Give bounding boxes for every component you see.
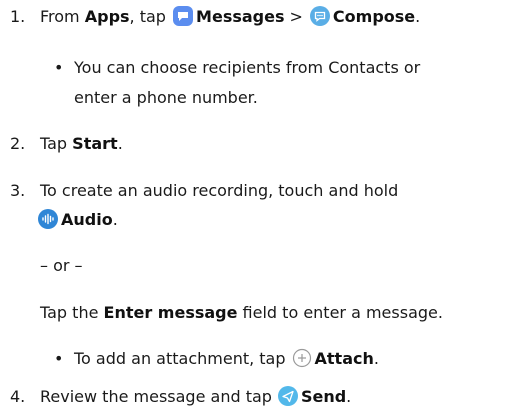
or-text: – or – bbox=[40, 256, 83, 275]
text: . bbox=[112, 210, 118, 229]
step-number: 3. bbox=[10, 181, 26, 200]
step-text: To create an audio recording, touch and … bbox=[40, 181, 399, 200]
messages-label: Messages bbox=[196, 7, 285, 26]
step-text: Review the message and tap Send. bbox=[40, 386, 351, 408]
step-text: Tap Start. bbox=[40, 133, 123, 155]
bullet: • bbox=[54, 349, 64, 368]
bullet-text: You can choose recipients from Contacts … bbox=[74, 58, 421, 77]
step-number: 4. bbox=[10, 387, 26, 406]
text: . bbox=[117, 134, 123, 153]
step-text: From Apps, tap Messages > Compose. bbox=[40, 6, 420, 28]
text: . bbox=[415, 7, 421, 26]
messages-app-icon bbox=[173, 6, 194, 26]
audio-label: Audio bbox=[61, 210, 113, 229]
text: field to enter a message. bbox=[237, 303, 443, 322]
text: Tap bbox=[40, 134, 73, 153]
text: . bbox=[346, 387, 352, 406]
step-text: Tap the Enter message field to enter a m… bbox=[40, 302, 443, 324]
text: To add an attachment, tap bbox=[74, 349, 286, 368]
step-number: 2. bbox=[10, 134, 26, 153]
bullet-text: enter a phone number. bbox=[74, 88, 258, 107]
apps-label: Apps bbox=[84, 7, 130, 26]
bullet-text: To add an attachment, tap Attach. bbox=[74, 348, 379, 370]
text: Tap the bbox=[40, 303, 104, 322]
compose-icon bbox=[309, 6, 330, 26]
plus-circle-icon bbox=[292, 348, 312, 368]
step-number: 1. bbox=[10, 7, 26, 26]
text: . bbox=[373, 349, 379, 368]
text: , tap bbox=[129, 7, 166, 26]
audio-waveform-icon bbox=[38, 209, 58, 229]
compose-label: Compose bbox=[332, 7, 416, 26]
start-label: Start bbox=[72, 134, 118, 153]
send-label: Send bbox=[300, 387, 347, 406]
attach-label: Attach bbox=[314, 349, 374, 368]
text: Review the message and tap bbox=[40, 387, 272, 406]
separator: > bbox=[289, 7, 303, 26]
enter-message-label: Enter message bbox=[103, 303, 238, 322]
text: From bbox=[40, 7, 85, 26]
send-icon bbox=[277, 386, 298, 406]
step-text: Audio. bbox=[38, 209, 118, 231]
bullet: • bbox=[54, 58, 64, 77]
